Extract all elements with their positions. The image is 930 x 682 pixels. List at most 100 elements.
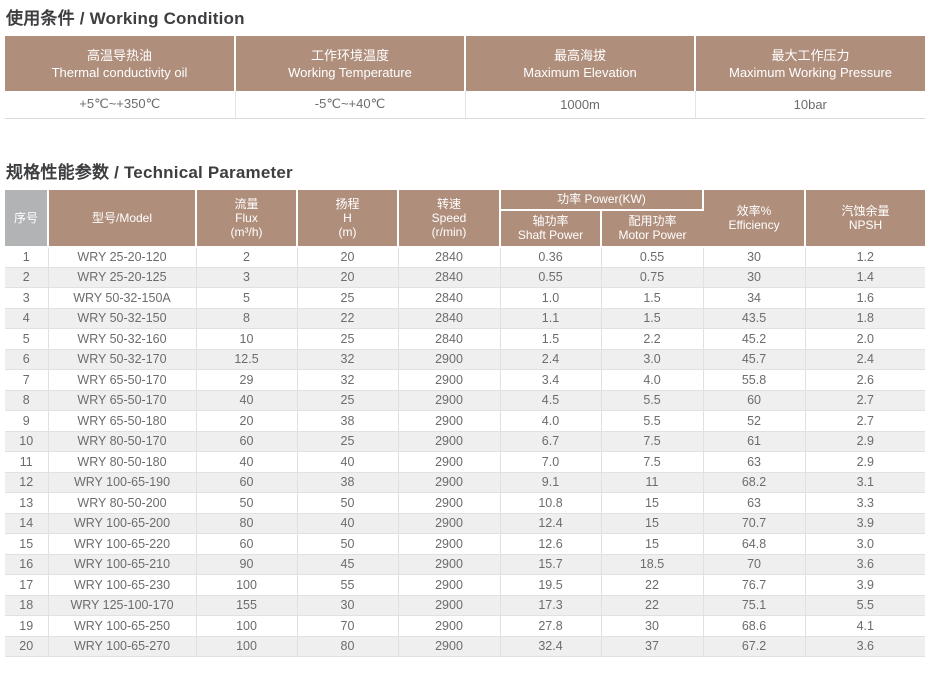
table-row: 12WRY 100-65-190603829009.11168.23.1 [5, 472, 925, 493]
head-cell: 50 [297, 493, 398, 514]
efficiency-cell: 45.2 [703, 329, 805, 350]
header-unit: (m³/h) [197, 225, 296, 239]
table-row: 4WRY 50-32-15082228401.11.543.51.8 [5, 308, 925, 329]
motor-power-cell: 11 [601, 472, 703, 493]
col-header-maximum-working-pressure: 最大工作压力 Maximum Working Pressure [695, 36, 925, 91]
shaft-power-cell: 12.6 [500, 534, 601, 555]
efficiency-cell: 75.1 [703, 595, 805, 616]
efficiency-cell: 68.2 [703, 472, 805, 493]
model-cell: WRY 65-50-170 [48, 390, 196, 411]
col-header-power-group: 功率 Power(KW) [500, 190, 703, 210]
motor-power-cell: 37 [601, 636, 703, 657]
serial-cell: 9 [5, 411, 48, 432]
speed-cell: 2840 [398, 247, 500, 268]
serial-cell: 16 [5, 554, 48, 575]
speed-cell: 2900 [398, 554, 500, 575]
table-row: 10WRY 80-50-170602529006.77.5612.9 [5, 431, 925, 452]
header-zh: 转速 [399, 197, 499, 211]
shaft-power-cell: 0.55 [500, 267, 601, 288]
motor-power-cell: 4.0 [601, 370, 703, 391]
header-en: Motor Power [602, 228, 703, 242]
speed-cell: 2840 [398, 267, 500, 288]
serial-cell: 5 [5, 329, 48, 350]
serial-cell: 11 [5, 452, 48, 473]
flux-cell: 12.5 [196, 349, 297, 370]
efficiency-cell: 43.5 [703, 308, 805, 329]
col-header-model: 型号/Model [48, 190, 196, 247]
flux-cell: 100 [196, 616, 297, 637]
speed-cell: 2900 [398, 349, 500, 370]
header-en: Thermal conductivity oil [5, 64, 234, 81]
shaft-power-cell: 0.36 [500, 247, 601, 268]
flux-cell: 60 [196, 534, 297, 555]
header-zh: 配用功率 [602, 214, 703, 228]
col-header-shaft-power: 轴功率 Shaft Power [500, 210, 601, 247]
motor-power-cell: 0.75 [601, 267, 703, 288]
technical-parameter-body: 1WRY 25-20-12022028400.360.55301.22WRY 2… [5, 247, 925, 657]
head-cell: 40 [297, 452, 398, 473]
technical-parameter-header-row-1: 序号 型号/Model 流量 Flux (m³/h) 扬程 H (m) 转速 S… [5, 190, 925, 210]
npsh-cell: 2.6 [805, 370, 925, 391]
head-cell: 25 [297, 431, 398, 452]
efficiency-cell: 70.7 [703, 513, 805, 534]
header-en: Speed [399, 211, 499, 225]
model-cell: WRY 100-65-220 [48, 534, 196, 555]
header-zh: 汽蚀余量 [806, 204, 925, 218]
technical-parameter-title: 规格性能参数 / Technical Parameter [6, 158, 925, 183]
head-cell: 80 [297, 636, 398, 657]
flux-cell: 155 [196, 595, 297, 616]
serial-cell: 13 [5, 493, 48, 514]
npsh-cell: 1.4 [805, 267, 925, 288]
npsh-cell: 2.4 [805, 349, 925, 370]
flux-cell: 20 [196, 411, 297, 432]
model-cell: WRY 65-50-170 [48, 370, 196, 391]
head-cell: 25 [297, 390, 398, 411]
header-en: Flux [197, 211, 296, 225]
shaft-power-cell: 6.7 [500, 431, 601, 452]
motor-power-cell: 22 [601, 595, 703, 616]
motor-power-cell: 0.55 [601, 247, 703, 268]
speed-cell: 2900 [398, 472, 500, 493]
speed-cell: 2900 [398, 616, 500, 637]
head-cell: 32 [297, 370, 398, 391]
efficiency-cell: 34 [703, 288, 805, 309]
speed-cell: 2900 [398, 636, 500, 657]
model-cell: WRY 100-65-210 [48, 554, 196, 575]
shaft-power-cell: 7.0 [500, 452, 601, 473]
npsh-cell: 2.7 [805, 411, 925, 432]
col-header-maximum-elevation: 最高海拔 Maximum Elevation [465, 36, 695, 91]
header-en: NPSH [806, 218, 925, 232]
npsh-cell: 3.9 [805, 575, 925, 596]
model-cell: WRY 25-20-125 [48, 267, 196, 288]
shaft-power-cell: 10.8 [500, 493, 601, 514]
npsh-cell: 2.9 [805, 431, 925, 452]
head-cell: 20 [297, 247, 398, 268]
speed-cell: 2900 [398, 513, 500, 534]
efficiency-cell: 63 [703, 452, 805, 473]
speed-cell: 2900 [398, 431, 500, 452]
header-unit: (m) [298, 225, 397, 239]
npsh-cell: 5.5 [805, 595, 925, 616]
npsh-cell: 3.9 [805, 513, 925, 534]
npsh-cell: 1.2 [805, 247, 925, 268]
speed-cell: 2900 [398, 534, 500, 555]
flux-cell: 5 [196, 288, 297, 309]
flux-cell: 100 [196, 636, 297, 657]
table-row: 14WRY 100-65-2008040290012.41570.73.9 [5, 513, 925, 534]
efficiency-cell: 60 [703, 390, 805, 411]
working-condition-header-row: 高温导热油 Thermal conductivity oil 工作环境温度 Wo… [5, 36, 925, 91]
efficiency-cell: 63 [703, 493, 805, 514]
serial-cell: 19 [5, 616, 48, 637]
speed-cell: 2900 [398, 370, 500, 391]
flux-cell: 3 [196, 267, 297, 288]
thermal-oil-value: +5℃~+350℃ [5, 91, 235, 118]
maximum-elevation-value: 1000m [465, 91, 695, 118]
table-row: 6WRY 50-32-17012.53229002.43.045.72.4 [5, 349, 925, 370]
efficiency-cell: 64.8 [703, 534, 805, 555]
header-zh: 高温导热油 [5, 47, 234, 64]
head-cell: 20 [297, 267, 398, 288]
efficiency-cell: 76.7 [703, 575, 805, 596]
table-row: 15WRY 100-65-2206050290012.61564.83.0 [5, 534, 925, 555]
flux-cell: 29 [196, 370, 297, 391]
header-en: Maximum Elevation [466, 64, 694, 81]
